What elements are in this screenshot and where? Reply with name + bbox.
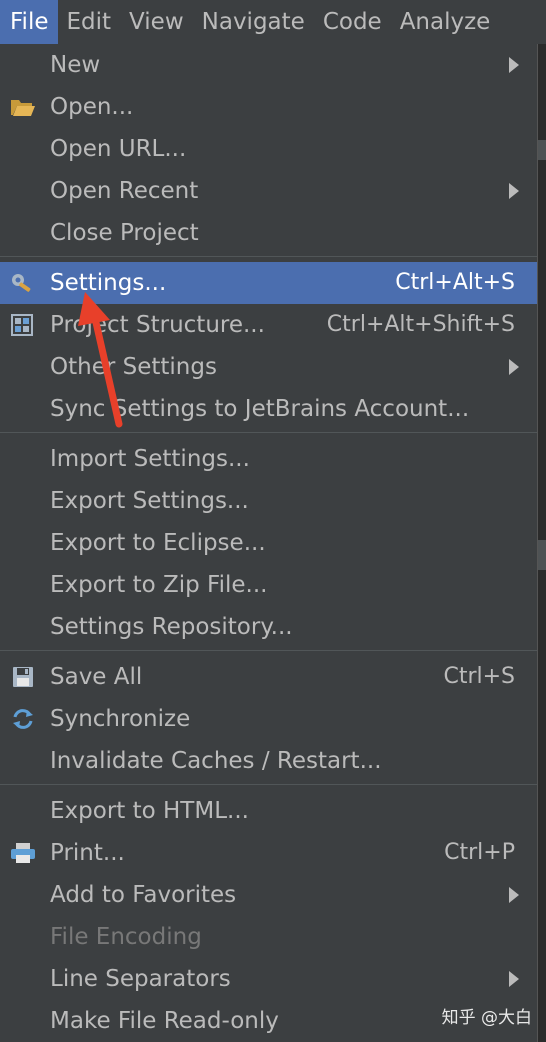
menu-item-label: Open URL... bbox=[50, 136, 187, 162]
menu-item-add-favorites[interactable]: Add to Favorites bbox=[0, 874, 537, 916]
menu-code[interactable]: Code bbox=[314, 0, 391, 44]
shortcut-label: Ctrl+Alt+S bbox=[395, 270, 515, 295]
menu-separator bbox=[0, 650, 537, 651]
menu-item-label: Export to Eclipse... bbox=[50, 530, 266, 556]
menu-item-label: Open... bbox=[50, 94, 134, 120]
shortcut-label: Ctrl+Alt+Shift+S bbox=[326, 312, 515, 337]
menu-item-export-zip[interactable]: Export to Zip File... bbox=[0, 564, 537, 606]
file-menu-dropdown: New Open... Open URL... Open Recent Clos… bbox=[0, 44, 538, 1042]
submenu-arrow-icon bbox=[509, 971, 519, 987]
menu-item-open-recent[interactable]: Open Recent bbox=[0, 170, 537, 212]
menu-item-label: Export Settings... bbox=[50, 488, 249, 514]
menu-item-label: Settings Repository... bbox=[50, 614, 293, 640]
refresh-icon bbox=[10, 707, 36, 731]
shortcut-label: Ctrl+P bbox=[444, 840, 515, 865]
menu-item-label: Make File Read-only bbox=[50, 1008, 279, 1034]
menu-item-label: Export to Zip File... bbox=[50, 572, 268, 598]
menu-bar: File Edit View Navigate Code Analyze bbox=[0, 0, 546, 45]
submenu-arrow-icon bbox=[509, 57, 519, 73]
menu-item-synchronize[interactable]: Synchronize bbox=[0, 698, 537, 740]
menu-item-file-encoding: File Encoding bbox=[0, 916, 537, 958]
menu-separator bbox=[0, 432, 537, 433]
menu-item-label: Sync Settings to JetBrains Account... bbox=[50, 396, 470, 422]
editor-background-stripe bbox=[538, 140, 546, 160]
shortcut-label: Ctrl+S bbox=[443, 664, 515, 689]
menu-item-label: Other Settings bbox=[50, 354, 217, 380]
menu-item-label: Line Separators bbox=[50, 966, 231, 992]
menu-item-settings[interactable]: Settings... Ctrl+Alt+S bbox=[0, 262, 537, 304]
menu-file[interactable]: File bbox=[0, 0, 58, 44]
menu-item-close-project[interactable]: Close Project bbox=[0, 212, 537, 254]
submenu-arrow-icon bbox=[509, 359, 519, 375]
menu-item-label: Export to HTML... bbox=[50, 798, 249, 824]
menu-item-export-html[interactable]: Export to HTML... bbox=[0, 790, 537, 832]
submenu-arrow-icon bbox=[509, 887, 519, 903]
menu-item-export-eclipse[interactable]: Export to Eclipse... bbox=[0, 522, 537, 564]
menu-item-label: New bbox=[50, 52, 101, 78]
menu-item-label: Synchronize bbox=[50, 706, 191, 732]
menu-item-print[interactable]: Print... Ctrl+P bbox=[0, 832, 537, 874]
menu-item-line-separators[interactable]: Line Separators bbox=[0, 958, 537, 1000]
menu-separator bbox=[0, 256, 537, 257]
menu-item-project-structure[interactable]: Project Structure... Ctrl+Alt+Shift+S bbox=[0, 304, 537, 346]
menu-item-import-settings[interactable]: Import Settings... bbox=[0, 438, 537, 480]
wrench-icon bbox=[10, 271, 36, 295]
printer-icon bbox=[10, 841, 36, 865]
submenu-arrow-icon bbox=[509, 183, 519, 199]
menu-item-label: File Encoding bbox=[50, 924, 202, 950]
menu-item-settings-repository[interactable]: Settings Repository... bbox=[0, 606, 537, 648]
menu-item-new[interactable]: New bbox=[0, 44, 537, 86]
menu-item-open-url[interactable]: Open URL... bbox=[0, 128, 537, 170]
menu-item-label: Import Settings... bbox=[50, 446, 250, 472]
menu-item-label: Add to Favorites bbox=[50, 882, 237, 908]
menu-item-invalidate-caches[interactable]: Invalidate Caches / Restart... bbox=[0, 740, 537, 782]
menu-item-save-all[interactable]: Save All Ctrl+S bbox=[0, 656, 537, 698]
menu-analyze[interactable]: Analyze bbox=[391, 0, 500, 44]
menu-item-label: Print... bbox=[50, 840, 125, 866]
menu-item-other-settings[interactable]: Other Settings bbox=[0, 346, 537, 388]
menu-view[interactable]: View bbox=[120, 0, 193, 44]
menu-separator bbox=[0, 784, 537, 785]
menu-item-label: Project Structure... bbox=[50, 312, 265, 338]
menu-item-label: Open Recent bbox=[50, 178, 199, 204]
menu-item-label: Save All bbox=[50, 664, 143, 690]
folder-open-icon bbox=[10, 95, 36, 119]
menu-item-open[interactable]: Open... bbox=[0, 86, 537, 128]
menu-item-export-settings[interactable]: Export Settings... bbox=[0, 480, 537, 522]
menu-item-sync-settings[interactable]: Sync Settings to JetBrains Account... bbox=[0, 388, 537, 430]
watermark: 知乎 @大白 bbox=[441, 1008, 532, 1028]
menu-item-label: Invalidate Caches / Restart... bbox=[50, 748, 382, 774]
menu-navigate[interactable]: Navigate bbox=[193, 0, 314, 44]
menu-item-label: Close Project bbox=[50, 220, 199, 246]
menu-item-label: Settings... bbox=[50, 270, 167, 296]
project-structure-icon bbox=[10, 313, 36, 337]
editor-background-stripe bbox=[538, 540, 546, 570]
save-all-icon bbox=[10, 665, 36, 689]
menu-edit[interactable]: Edit bbox=[58, 0, 121, 44]
